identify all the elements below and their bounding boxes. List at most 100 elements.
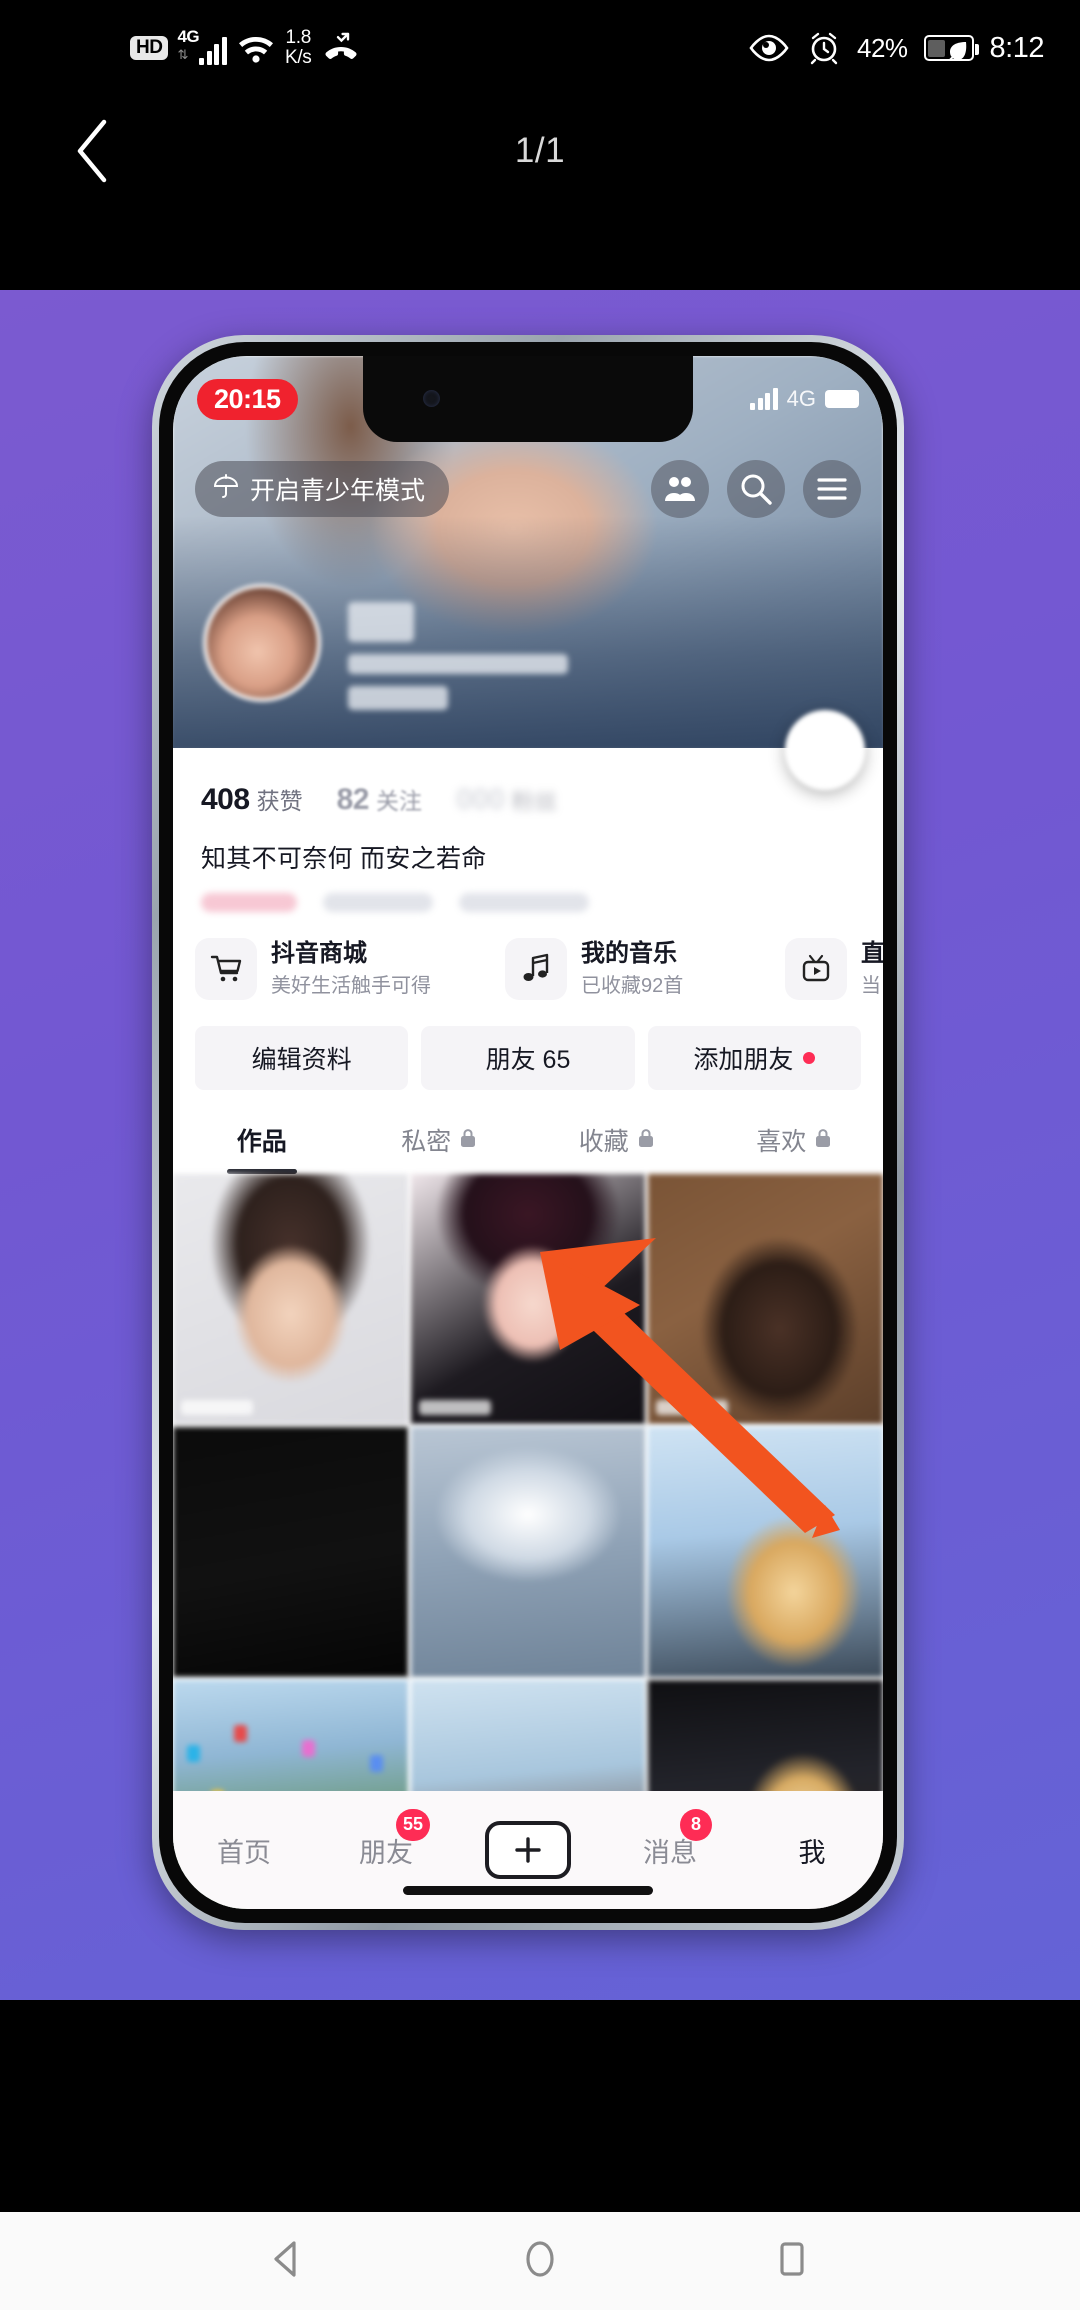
profile-stats: 408 获赞 82 关注 000 粉丝 — [173, 748, 883, 817]
thumb-2[interactable] — [410, 1174, 646, 1424]
username-blurred — [348, 602, 414, 642]
phone-screen: 20:15 4G 开启青少年模式 408 获赞 82 关注 000 粉丝 知其不… — [173, 356, 883, 1909]
stat-likes[interactable]: 408 获赞 — [201, 782, 303, 817]
shortcut-music[interactable]: 我的音乐 已收藏92首 — [505, 938, 775, 1000]
phone-bezel: 20:15 4G 开启青少年模式 408 获赞 82 关注 000 粉丝 知其不… — [159, 342, 897, 1923]
search-icon[interactable] — [727, 460, 785, 518]
stat-following[interactable]: 82 关注 — [337, 782, 422, 817]
add-post-fab[interactable] — [785, 710, 865, 790]
thumb-meta — [181, 1400, 253, 1415]
nav-badge: 8 — [680, 1808, 712, 1841]
shortcut-subtitle: 已收藏92首 — [581, 975, 684, 997]
profile-actions: 编辑资料 朋友 65 添加朋友 — [173, 1000, 883, 1090]
back-triangle-icon[interactable] — [262, 2233, 314, 2290]
thumb-meta — [418, 1400, 491, 1415]
teen-mode-label: 开启青少年模式 — [250, 477, 426, 505]
nav-home[interactable]: 首页 — [173, 1831, 315, 1870]
profile-shortcuts: 抖音商城 美好生活触手可得 我的音乐 已收藏92首 直 当 — [173, 912, 883, 1000]
nav-label: 首页 — [217, 1837, 271, 1868]
shortcut-title: 我的音乐 — [581, 940, 677, 967]
status-bar-right: 42% 8:12 — [747, 31, 1045, 65]
thumb-meta — [656, 1400, 729, 1415]
tv-play-icon — [785, 938, 847, 1000]
nav-badge: 55 — [396, 1808, 431, 1841]
page-indicator: 1/1 — [514, 131, 566, 170]
nav-messages[interactable]: 消息 8 — [599, 1808, 741, 1870]
shortcut-subtitle: 美好生活触手可得 — [271, 975, 431, 997]
home-indicator — [403, 1886, 653, 1895]
userinfo-blurred — [348, 686, 448, 710]
likes-label: 获赞 — [256, 788, 303, 814]
alarm-icon — [807, 31, 841, 65]
screen-root: HD 4G ⇅ 1.8 K/s 42% 8:12 1/1 20:15 4G 开启… — [0, 0, 1080, 2310]
add-friend-button[interactable]: 添加朋友 — [647, 1026, 861, 1090]
menu-icon[interactable] — [803, 460, 861, 518]
app-battery-icon — [825, 390, 859, 408]
tab-private[interactable]: 私密 — [351, 1122, 529, 1174]
nav-label: 朋友 — [359, 1837, 413, 1868]
hd-icon: HD — [130, 35, 169, 61]
tag-chip — [323, 893, 433, 912]
app-status-right: 4G — [750, 386, 859, 412]
music-note-icon — [505, 938, 567, 1000]
add-friend-label: 添加朋友 — [693, 1046, 794, 1074]
shortcut-subtitle: 当 — [861, 975, 881, 997]
tag-chip — [201, 893, 297, 912]
network-type-label: 4G — [177, 27, 200, 46]
data-arrows-icon: ⇅ — [177, 47, 189, 62]
lock-icon — [637, 1126, 655, 1155]
userid-blurred — [348, 654, 568, 674]
thumb-3[interactable] — [648, 1174, 883, 1424]
content-tabs: 作品 私密 收藏 喜欢 — [173, 1090, 883, 1174]
edit-profile-label: 编辑资料 — [251, 1046, 352, 1074]
viewer-header: 1/1 — [0, 96, 1080, 206]
phone-mockup-frame: 20:15 4G 开启青少年模式 408 获赞 82 关注 000 粉丝 知其不… — [152, 335, 904, 1930]
tab-collections[interactable]: 收藏 — [528, 1122, 706, 1174]
shortcut-live[interactable]: 直 当 — [785, 938, 883, 1000]
edit-profile-button[interactable]: 编辑资料 — [195, 1026, 409, 1090]
following-count: 82 — [336, 783, 370, 816]
friends-button[interactable]: 朋友 65 — [421, 1026, 635, 1090]
nav-me[interactable]: 我 — [741, 1831, 883, 1870]
system-clock: 8:12 — [989, 31, 1045, 64]
missed-call-icon — [321, 31, 361, 65]
top-action-icons — [651, 460, 861, 518]
recents-square-icon[interactable] — [766, 2233, 818, 2290]
thumb-5[interactable] — [410, 1427, 646, 1677]
friends-label: 朋友 65 — [485, 1046, 571, 1074]
shortcut-mall[interactable]: 抖音商城 美好生活触手可得 — [195, 938, 495, 1000]
tab-likes[interactable]: 喜欢 — [706, 1122, 884, 1174]
following-label: 关注 — [375, 788, 422, 814]
lock-icon — [459, 1126, 477, 1155]
umbrella-icon — [213, 472, 239, 507]
thumb-6[interactable] — [648, 1427, 883, 1677]
home-circle-icon[interactable] — [514, 2233, 566, 2290]
profile-top-bar: 开启青少年模式 — [173, 456, 883, 522]
plus-icon[interactable] — [485, 1821, 571, 1879]
tab-label: 私密 — [401, 1128, 452, 1156]
nav-create[interactable] — [457, 1821, 599, 1879]
notification-dot — [803, 1052, 816, 1064]
image-canvas: 20:15 4G 开启青少年模式 408 获赞 82 关注 000 粉丝 知其不… — [0, 290, 1080, 2000]
likes-count: 408 — [201, 783, 250, 816]
android-nav-bar — [0, 2212, 1080, 2310]
app-network-type: 4G — [786, 386, 816, 411]
profile-info-sheet: 408 获赞 82 关注 000 粉丝 知其不可奈何 而安之若命 抖音商城 美好… — [173, 710, 883, 1909]
stat-followers[interactable]: 000 粉丝 — [456, 782, 558, 817]
tag-chip — [459, 893, 589, 912]
tab-works[interactable]: 作品 — [173, 1122, 351, 1174]
app-clock-badge: 20:15 — [197, 378, 298, 420]
teen-mode-button[interactable]: 开启青少年模式 — [195, 461, 450, 517]
thumb-1[interactable] — [173, 1174, 408, 1424]
thumb-4[interactable] — [173, 1427, 408, 1677]
friends-icon[interactable] — [651, 460, 709, 518]
signal-4g-icon: 4G ⇅ — [177, 27, 227, 65]
shortcut-title: 抖音商城 — [271, 940, 367, 967]
battery-saver-icon — [923, 35, 979, 61]
nav-friends[interactable]: 朋友 55 — [315, 1808, 457, 1870]
signal-bars-icon — [199, 33, 227, 65]
tab-label: 收藏 — [578, 1128, 629, 1156]
profile-name-block — [348, 602, 568, 722]
avatar[interactable] — [203, 584, 321, 702]
shortcut-title: 直 — [861, 940, 883, 967]
